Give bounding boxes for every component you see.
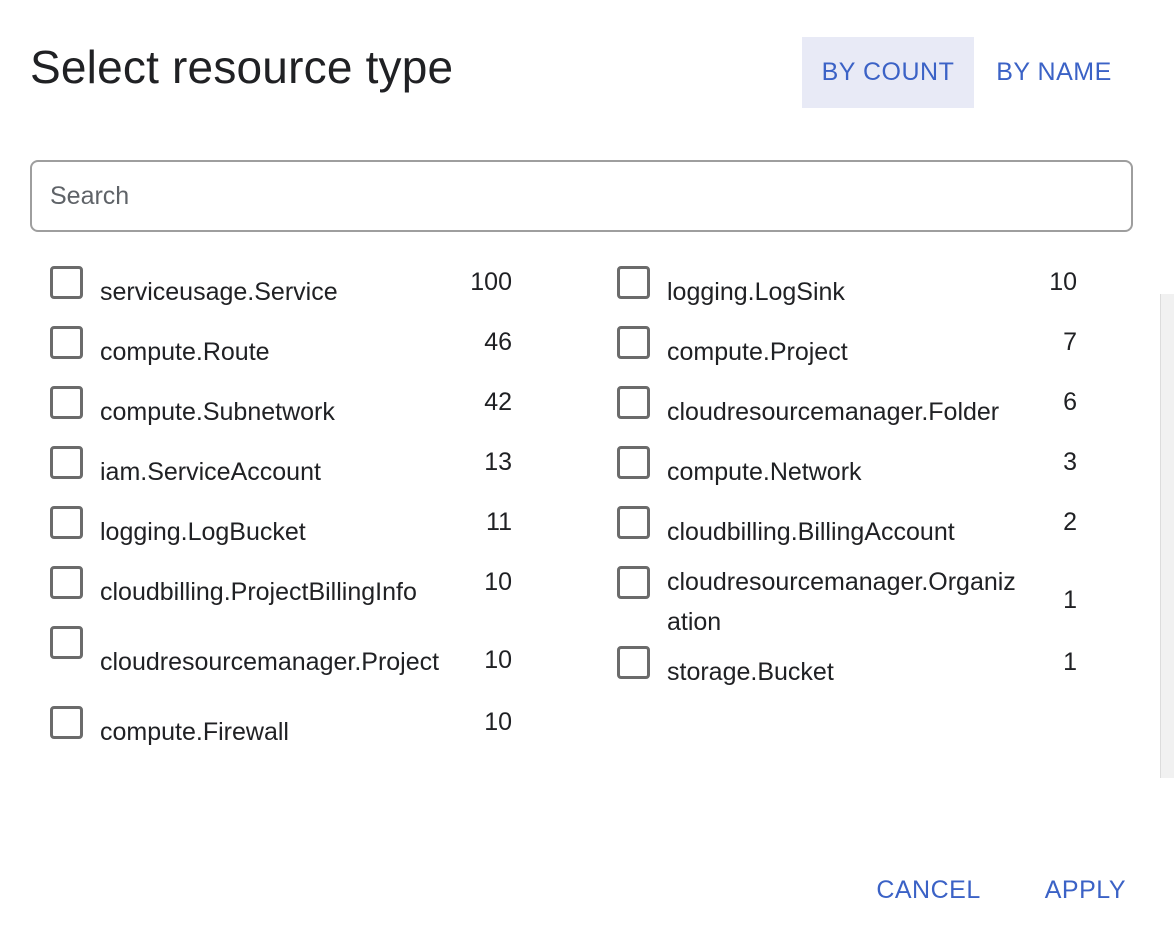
- checkbox[interactable]: [50, 566, 83, 599]
- resource-count: 13: [484, 448, 512, 476]
- resource-count: 46: [484, 328, 512, 356]
- resource-item[interactable]: cloudresourcemanager.Project 10: [50, 622, 520, 702]
- resource-label: storage.Bucket: [667, 658, 834, 686]
- resource-label: serviceusage.Service: [100, 278, 338, 306]
- resource-item[interactable]: cloudresourcemanager.Organization 1: [617, 562, 1087, 642]
- checkbox[interactable]: [50, 386, 83, 419]
- resource-label: cloudresourcemanager.Folder: [667, 398, 1000, 426]
- resource-label: cloudbilling.ProjectBillingInfo: [100, 578, 417, 606]
- sort-toggle: BY COUNT BY NAME: [802, 37, 1134, 108]
- checkbox[interactable]: [50, 626, 83, 659]
- checkbox[interactable]: [50, 266, 83, 299]
- dialog-actions: CANCEL APPLY: [876, 870, 1126, 910]
- resource-count: 10: [484, 646, 512, 674]
- checkbox[interactable]: [50, 706, 83, 739]
- resource-count: 100: [470, 268, 512, 296]
- resource-item[interactable]: compute.Route 46: [50, 322, 520, 382]
- resource-item[interactable]: compute.Subnetwork 42: [50, 382, 520, 442]
- resource-count: 10: [484, 708, 512, 736]
- resource-label: compute.Network: [667, 458, 862, 486]
- resource-count: 10: [484, 568, 512, 596]
- resource-item[interactable]: iam.ServiceAccount 13: [50, 442, 520, 502]
- resource-label: compute.Project: [667, 338, 848, 366]
- resource-item[interactable]: compute.Firewall 10: [50, 702, 520, 762]
- checkbox[interactable]: [50, 506, 83, 539]
- resource-count: 1: [1063, 648, 1077, 676]
- dialog-title: Select resource type: [30, 41, 454, 93]
- search-input[interactable]: [32, 162, 1131, 230]
- resource-list-right: logging.LogSink 10 compute.Project 7 clo…: [617, 262, 1087, 702]
- checkbox[interactable]: [617, 446, 650, 479]
- checkbox[interactable]: [617, 506, 650, 539]
- resource-label: logging.LogBucket: [100, 518, 306, 546]
- resource-label: iam.ServiceAccount: [100, 458, 321, 486]
- resource-item[interactable]: logging.LogSink 10: [617, 262, 1087, 322]
- resource-item[interactable]: cloudbilling.BillingAccount 2: [617, 502, 1087, 562]
- resource-count: 11: [486, 508, 512, 536]
- select-resource-type-dialog: Select resource type BY COUNT BY NAME se…: [0, 0, 1174, 952]
- resource-item[interactable]: compute.Network 3: [617, 442, 1087, 502]
- apply-button[interactable]: APPLY: [1045, 870, 1126, 910]
- checkbox[interactable]: [617, 326, 650, 359]
- resource-item[interactable]: serviceusage.Service 100: [50, 262, 520, 322]
- checkbox[interactable]: [617, 386, 650, 419]
- resource-label: cloudresourcemanager.Organization: [667, 568, 1016, 636]
- resource-count: 42: [484, 388, 512, 416]
- scrollbar[interactable]: [1160, 294, 1174, 778]
- resource-label: cloudresourcemanager.Project: [100, 648, 440, 676]
- resource-label: compute.Route: [100, 338, 270, 366]
- resource-label: compute.Firewall: [100, 718, 289, 746]
- resource-item[interactable]: cloudresourcemanager.Folder 6: [617, 382, 1087, 442]
- checkbox[interactable]: [617, 646, 650, 679]
- resource-label: logging.LogSink: [667, 278, 845, 306]
- checkbox[interactable]: [50, 446, 83, 479]
- cancel-button[interactable]: CANCEL: [876, 870, 980, 910]
- sort-by-count-button[interactable]: BY COUNT: [802, 37, 974, 108]
- resource-count: 10: [1049, 268, 1077, 296]
- resource-label: cloudbilling.BillingAccount: [667, 518, 955, 546]
- resource-item[interactable]: storage.Bucket 1: [617, 642, 1087, 702]
- resource-label: compute.Subnetwork: [100, 398, 335, 426]
- resource-item[interactable]: cloudbilling.ProjectBillingInfo 10: [50, 562, 520, 622]
- resource-count: 2: [1063, 508, 1077, 536]
- resource-item[interactable]: compute.Project 7: [617, 322, 1087, 382]
- resource-count: 6: [1063, 388, 1077, 416]
- checkbox[interactable]: [617, 266, 650, 299]
- sort-by-name-button[interactable]: BY NAME: [974, 37, 1134, 108]
- resource-count: 7: [1063, 328, 1077, 356]
- checkbox[interactable]: [50, 326, 83, 359]
- resource-list-left: serviceusage.Service 100 compute.Route 4…: [50, 262, 520, 762]
- resource-count: 1: [1063, 586, 1077, 614]
- resource-count: 3: [1063, 448, 1077, 476]
- checkbox[interactable]: [617, 566, 650, 599]
- resource-item[interactable]: logging.LogBucket 11: [50, 502, 520, 562]
- search-field: [30, 160, 1133, 232]
